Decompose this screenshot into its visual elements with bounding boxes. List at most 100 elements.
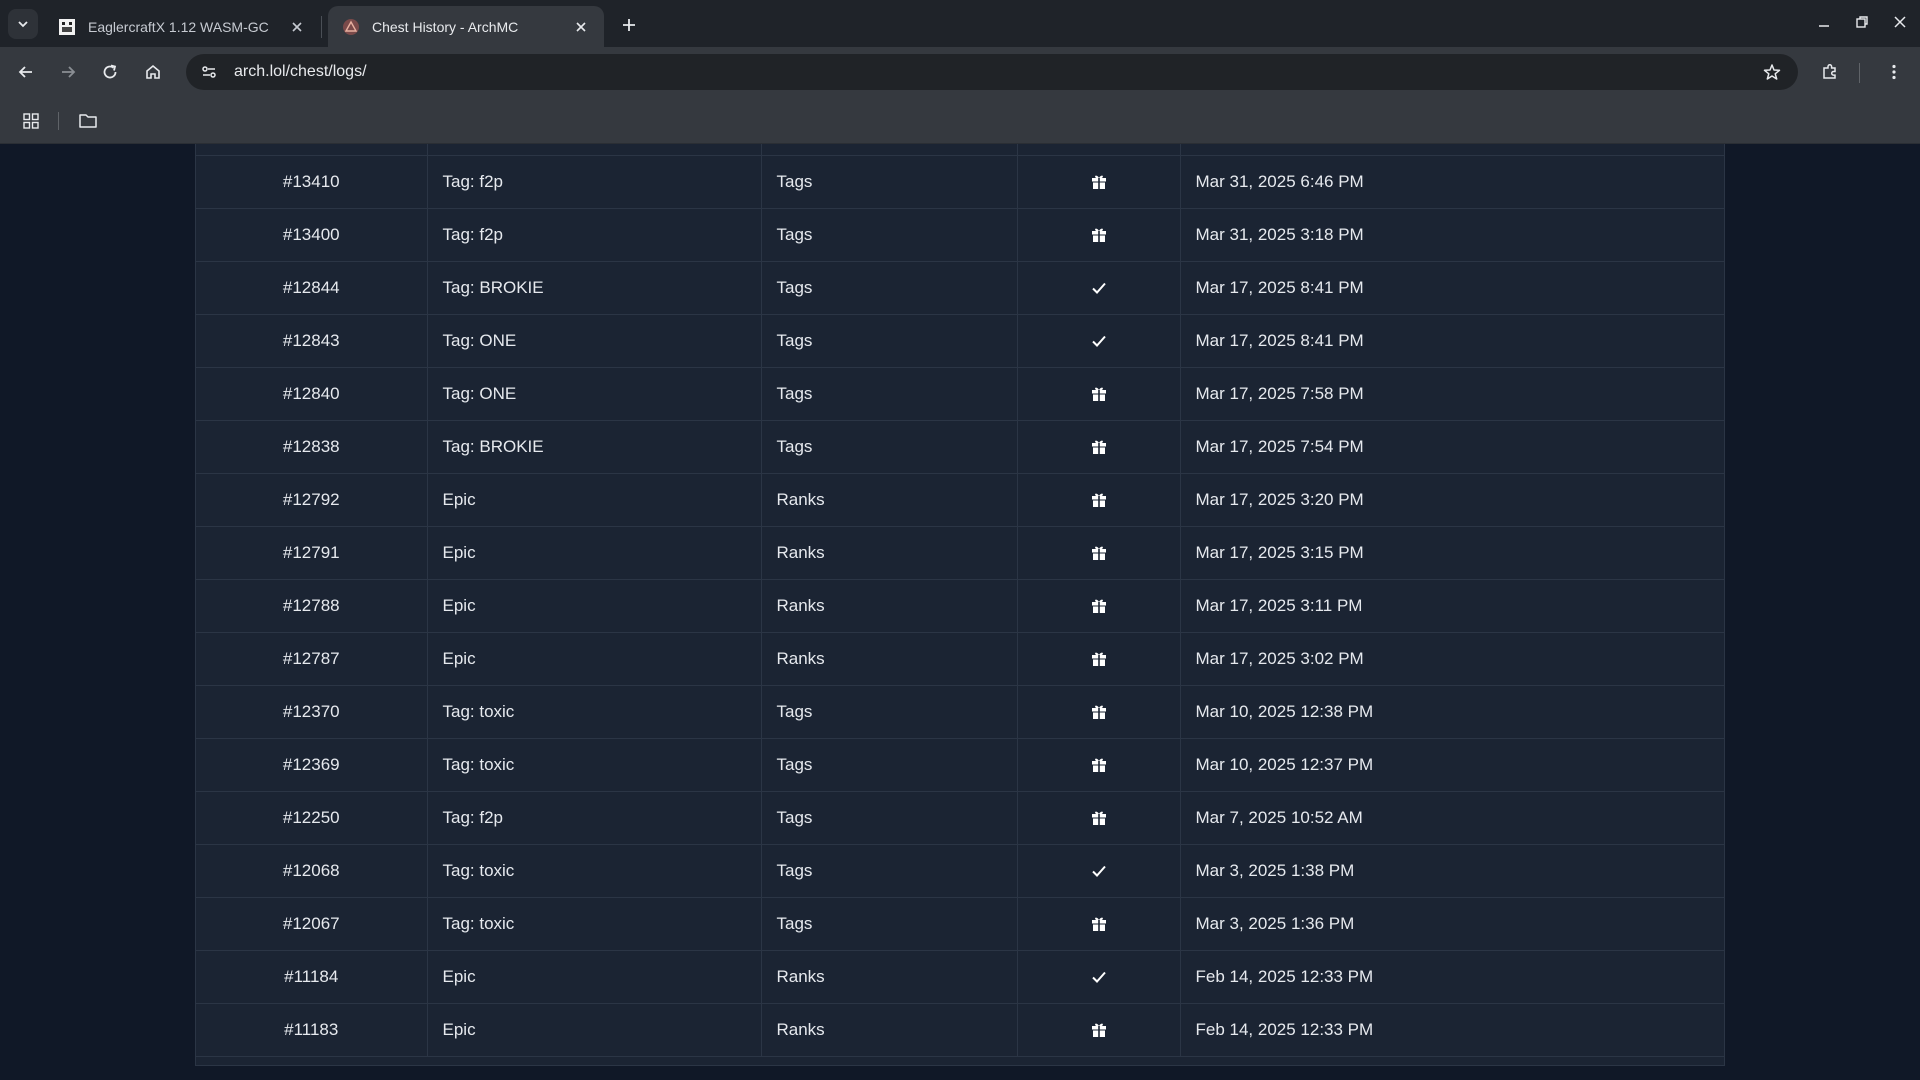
bookmarks-bar <box>0 97 1920 144</box>
status-cell <box>1017 261 1181 315</box>
reward-item: Epic <box>427 950 762 1004</box>
grid-icon <box>23 113 39 129</box>
chest-id: #12792 <box>196 473 428 527</box>
reward-item: Tag: BROKIE <box>427 261 762 315</box>
reward-item: Epic <box>427 473 762 527</box>
check-icon <box>1091 863 1107 879</box>
table-row: #12843 Tag: ONE Tags Mar 17, 2025 8:41 P… <box>196 314 1724 368</box>
back-button[interactable] <box>10 56 42 88</box>
reward-item: Epic <box>427 526 762 580</box>
reload-button[interactable] <box>94 56 126 88</box>
gift-icon <box>1091 439 1107 455</box>
address-bar[interactable]: arch.lol/chest/logs/ <box>186 54 1798 90</box>
close-icon <box>1894 16 1906 28</box>
status-cell <box>1017 897 1181 951</box>
opened-date: Mar 7, 2025 10:52 AM <box>1180 791 1724 845</box>
opened-date: Mar 17, 2025 7:58 PM <box>1180 367 1724 421</box>
opened-date: Mar 3, 2025 1:38 PM <box>1180 844 1724 898</box>
gift-icon <box>1091 704 1107 720</box>
table-row: #12250 Tag: f2p Tags Mar 7, 2025 10:52 A… <box>196 791 1724 845</box>
status-cell <box>1017 685 1181 739</box>
home-button[interactable] <box>137 56 169 88</box>
close-window-button[interactable] <box>1882 6 1918 38</box>
opened-date: Mar 3, 2025 1:36 PM <box>1180 897 1724 951</box>
reward-item: Epic <box>427 1003 762 1057</box>
restore-icon <box>1856 16 1868 28</box>
gift-icon <box>1091 174 1107 190</box>
status-cell <box>1017 208 1181 262</box>
status-cell <box>1017 791 1181 845</box>
reward-item: Tag: f2p <box>427 208 762 262</box>
table-row: #12369 Tag: toxic Tags Mar 10, 2025 12:3… <box>196 738 1724 792</box>
forward-button[interactable] <box>52 56 84 88</box>
more-vertical-icon <box>1892 64 1896 80</box>
reward-item: Tag: toxic <box>427 844 762 898</box>
archmc-favicon-icon <box>342 18 360 36</box>
opened-date: Mar 17, 2025 3:20 PM <box>1180 473 1724 527</box>
minimize-button[interactable] <box>1806 6 1842 38</box>
gift-icon <box>1091 492 1107 508</box>
status-cell <box>1017 579 1181 633</box>
reward-item: Tag: ONE <box>427 314 762 368</box>
status-cell <box>1017 738 1181 792</box>
reward-item: Tag: f2p <box>427 155 762 209</box>
opened-date: Feb 14, 2025 12:33 PM <box>1180 1003 1724 1057</box>
close-tab-icon[interactable] <box>570 16 592 38</box>
gift-icon <box>1091 545 1107 561</box>
tab-chest-history[interactable]: Chest History - ArchMC <box>328 6 604 47</box>
url-text[interactable]: arch.lol/chest/logs/ <box>234 63 1756 81</box>
reward-item: Tag: toxic <box>427 738 762 792</box>
status-cell <box>1017 632 1181 686</box>
tab-divider <box>321 16 322 38</box>
opened-date: Mar 17, 2025 3:15 PM <box>1180 526 1724 580</box>
gift-icon <box>1091 651 1107 667</box>
reward-category: Tags <box>761 314 1018 368</box>
reward-category: Ranks <box>761 473 1018 527</box>
chest-id: #12369 <box>196 738 428 792</box>
restore-button[interactable] <box>1844 6 1880 38</box>
chest-history-table: #13410 Tag: f2p Tags Mar 31, 2025 6:46 P… <box>195 144 1725 1066</box>
new-tab-button[interactable] <box>614 10 644 40</box>
tab-search-button[interactable] <box>8 9 38 39</box>
table-row: #13400 Tag: f2p Tags Mar 31, 2025 3:18 P… <box>196 208 1724 262</box>
chest-id: #13410 <box>196 155 428 209</box>
reload-icon <box>103 64 117 79</box>
tab-strip: EaglercraftX 1.12 WASM-GC Chest History … <box>0 0 1920 47</box>
status-cell <box>1017 367 1181 421</box>
apps-button[interactable] <box>17 107 45 135</box>
check-icon <box>1091 280 1107 296</box>
table-row: #11184 Epic Ranks Feb 14, 2025 12:33 PM <box>196 950 1724 1004</box>
chest-id: #12840 <box>196 367 428 421</box>
close-tab-icon[interactable] <box>286 16 308 38</box>
reward-category: Tags <box>761 685 1018 739</box>
bookmark-folder-button[interactable] <box>74 107 102 135</box>
table-row: #12788 Epic Ranks Mar 17, 2025 3:11 PM <box>196 579 1724 633</box>
gift-icon <box>1091 598 1107 614</box>
status-cell <box>1017 473 1181 527</box>
reward-item: Tag: toxic <box>427 897 762 951</box>
status-cell <box>1017 420 1181 474</box>
chest-id: #12838 <box>196 420 428 474</box>
chest-id: #12791 <box>196 526 428 580</box>
gift-icon <box>1091 1022 1107 1038</box>
reward-category: Ranks <box>761 526 1018 580</box>
status-cell <box>1017 155 1181 209</box>
opened-date: Mar 17, 2025 7:54 PM <box>1180 420 1724 474</box>
gift-icon <box>1091 810 1107 826</box>
table-body: #13410 Tag: f2p Tags Mar 31, 2025 6:46 P… <box>196 144 1724 1057</box>
folder-icon <box>79 114 97 128</box>
plus-icon <box>623 19 635 31</box>
menu-button[interactable] <box>1878 56 1910 88</box>
tab-eaglercraft[interactable]: EaglercraftX 1.12 WASM-GC <box>44 6 320 47</box>
chest-id: #13400 <box>196 208 428 262</box>
opened-date: Mar 10, 2025 12:37 PM <box>1180 738 1724 792</box>
opened-date: Mar 17, 2025 3:11 PM <box>1180 579 1724 633</box>
reward-category: Tags <box>761 261 1018 315</box>
extensions-button[interactable] <box>1814 56 1846 88</box>
site-info-icon[interactable] <box>192 58 226 86</box>
reward-category: Ranks <box>761 950 1018 1004</box>
opened-date: Feb 14, 2025 12:33 PM <box>1180 950 1724 1004</box>
reward-category: Tags <box>761 791 1018 845</box>
chest-id: #12788 <box>196 579 428 633</box>
bookmark-star-button[interactable] <box>1756 56 1788 88</box>
